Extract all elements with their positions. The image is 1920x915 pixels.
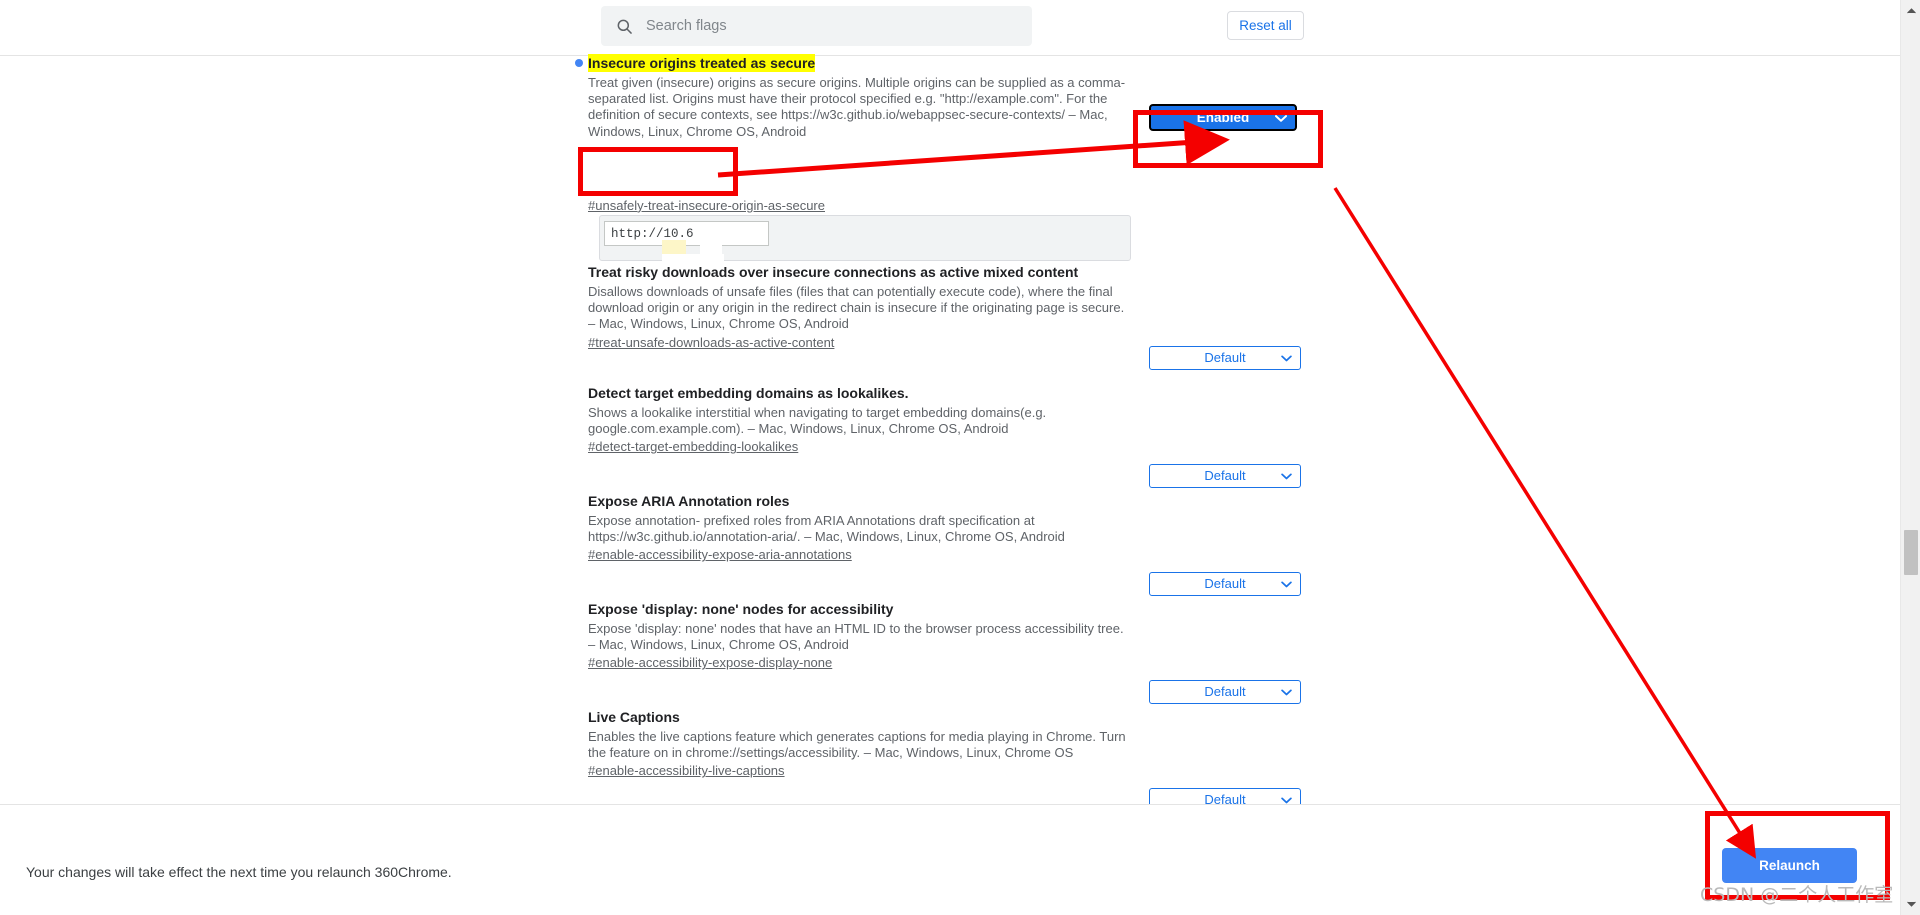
flag-state-select-wrap-3: Default: [1149, 572, 1301, 596]
page-scrollbar[interactable]: [1900, 0, 1920, 915]
flags-header: Reset all: [0, 0, 1900, 56]
new-flag-dot-icon: [575, 59, 583, 67]
flag-hash-link[interactable]: #detect-target-embedding-lookalikes: [588, 439, 798, 454]
flag-description: Expose annotation- prefixed roles from A…: [588, 513, 1065, 545]
chevron-down-icon: [1281, 573, 1292, 595]
relaunch-note: Your changes will take effect the next t…: [26, 864, 452, 880]
flag-state-select-wrap-2: Default: [1149, 464, 1301, 488]
search-input[interactable]: [646, 18, 1018, 34]
flag-title: Expose 'display: none' nodes for accessi…: [588, 601, 894, 617]
flag-hash-link[interactable]: #treat-unsafe-downloads-as-active-conten…: [588, 335, 834, 350]
relaunch-button[interactable]: Relaunch: [1722, 848, 1857, 883]
flag-state-select[interactable]: Default: [1149, 680, 1301, 704]
flag-description: Enables the live captions feature which …: [588, 729, 1126, 761]
flag-text-block: Expose ARIA Annotation roles Expose anno…: [588, 492, 1133, 564]
chrome-flags-page: Reset all Insecure origins treated as se…: [0, 0, 1920, 915]
flag-description: Treat given (insecure) origins as secure…: [588, 75, 1126, 139]
flag-state-select[interactable]: Default: [1149, 572, 1301, 596]
flag-item-live-captions: Live Captions Enables the live captions …: [588, 708, 1300, 780]
origin-text-input[interactable]: [604, 221, 769, 246]
origin-input-container: [599, 215, 1131, 263]
flag-description: Expose 'display: none' nodes that have a…: [588, 621, 1124, 653]
flag-text-block: Insecure origins treated as secure Treat…: [575, 54, 1133, 215]
flag-text-block: Treat risky downloads over insecure conn…: [588, 263, 1133, 352]
flag-state-select-enabled[interactable]: Enabled: [1149, 104, 1297, 131]
flag-text-block: Live Captions Enables the live captions …: [588, 708, 1133, 780]
flags-list: Insecure origins treated as secure Treat…: [0, 54, 1900, 812]
flag-state-select[interactable]: Default: [1149, 346, 1301, 370]
flag-description: Disallows downloads of unsafe files (fil…: [588, 284, 1125, 332]
watermark-text: CSDN @二个人工作室: [1700, 884, 1894, 906]
flag-state-label: Default: [1204, 576, 1246, 591]
flag-item-insecure-origins: Insecure origins treated as secure Treat…: [575, 54, 1300, 215]
reset-all-button[interactable]: Reset all: [1227, 11, 1304, 40]
scroll-up-arrow-icon[interactable]: [1901, 2, 1920, 20]
flag-state-label: Default: [1204, 684, 1246, 699]
flag-description: Shows a lookalike interstitial when navi…: [588, 405, 1047, 437]
chevron-down-icon: [1281, 465, 1292, 487]
flag-hash-link[interactable]: #enable-accessibility-live-captions: [588, 763, 785, 778]
flag-item-aria-annotation: Expose ARIA Annotation roles Expose anno…: [588, 492, 1300, 564]
search-flags-box[interactable]: [601, 6, 1032, 46]
flag-state-select-wrap-0: Enabled: [1149, 104, 1301, 131]
flag-text-block: Expose 'display: none' nodes for accessi…: [588, 600, 1133, 672]
flag-hash-link[interactable]: #unsafely-treat-insecure-origin-as-secur…: [588, 198, 825, 213]
relaunch-bar: Your changes will take effect the next t…: [0, 804, 1900, 915]
flag-state-label: Enabled: [1196, 110, 1250, 125]
flag-title: Insecure origins treated as secure: [588, 54, 816, 72]
flag-state-select-wrap-4: Default: [1149, 680, 1301, 704]
flag-state-label: Default: [1204, 468, 1246, 483]
flag-item-risky-downloads: Treat risky downloads over insecure conn…: [588, 263, 1300, 352]
flag-title: Detect target embedding domains as looka…: [588, 385, 909, 401]
flag-hash-link[interactable]: #enable-accessibility-expose-display-non…: [588, 655, 832, 670]
search-icon: [617, 19, 632, 34]
scrollbar-thumb[interactable]: [1904, 530, 1918, 575]
flag-title: Expose ARIA Annotation roles: [588, 493, 790, 509]
chevron-down-icon: [1275, 106, 1287, 129]
flag-state-select-wrap-1: Default: [1149, 346, 1301, 370]
flag-text-block: Detect target embedding domains as looka…: [588, 384, 1133, 456]
flag-title: Treat risky downloads over insecure conn…: [588, 264, 1079, 280]
flag-item-target-embedding: Detect target embedding domains as looka…: [588, 384, 1300, 456]
flag-hash-link[interactable]: #enable-accessibility-expose-aria-annota…: [588, 547, 852, 562]
flag-state-label: Default: [1204, 350, 1246, 365]
chevron-down-icon: [1281, 347, 1292, 369]
chevron-down-icon: [1281, 681, 1292, 703]
flag-title: Live Captions: [588, 709, 680, 725]
scroll-down-arrow-icon[interactable]: [1901, 895, 1920, 913]
redaction-mark: [662, 254, 724, 263]
flag-state-select[interactable]: Default: [1149, 464, 1301, 488]
flag-item-display-none: Expose 'display: none' nodes for accessi…: [588, 600, 1300, 672]
